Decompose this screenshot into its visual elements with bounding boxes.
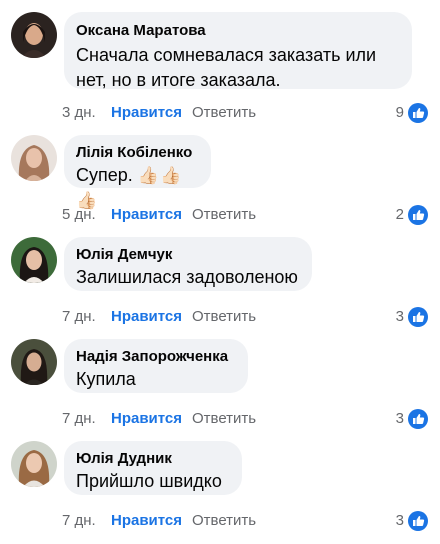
comment-actions: 7 дн. Нравится Ответить 3 [62, 511, 432, 532]
like-thumb-icon [408, 205, 428, 225]
comment-actions: 5 дн. Нравится Ответить 2 [62, 205, 432, 226]
comment-text: Сначала сомневалася заказать или нет, но… [76, 45, 377, 90]
author-name[interactable]: Оксана Маратова [76, 22, 400, 40]
like-button[interactable]: Нравится [111, 308, 182, 325]
comment-text: Купила [76, 369, 136, 389]
comment-text: Прийшло швидко [76, 471, 222, 491]
avatar[interactable] [11, 441, 57, 487]
author-name[interactable]: Надія Запорожченка [76, 348, 236, 366]
comment-text-body: Супер. [76, 165, 133, 185]
reply-button[interactable]: Ответить [192, 512, 256, 529]
like-thumb-icon [408, 307, 428, 327]
timestamp[interactable]: 7 дн. [62, 410, 96, 427]
timestamp[interactable]: 3 дн. [62, 104, 96, 121]
comment-bubble: Лілія Кобіленко Супер. 👍🏻👍🏻👍🏻 [64, 135, 211, 210]
comment-actions: 3 дн. Нравится Ответить 9 [62, 103, 432, 124]
like-thumb-icon [408, 103, 428, 123]
avatar[interactable] [11, 339, 57, 385]
reaction-count[interactable]: 3 [396, 410, 404, 427]
reply-button[interactable]: Ответить [192, 410, 256, 427]
reaction-count[interactable]: 9 [396, 104, 404, 121]
author-name[interactable]: Лілія Кобіленко [76, 144, 199, 162]
timestamp[interactable]: 7 дн. [62, 512, 96, 529]
author-name[interactable]: Юлія Дудник [76, 450, 230, 468]
comment-bubble: Юлія Демчук Залишилася задоволеною [64, 237, 312, 291]
reply-button[interactable]: Ответить [192, 308, 256, 325]
timestamp[interactable]: 5 дн. [62, 206, 96, 223]
comment-bubble: Надія Запорожченка Купила [64, 339, 248, 393]
avatar[interactable] [11, 237, 57, 283]
comment-bubble: Оксана Маратова Сначала сомневалася зака… [64, 12, 412, 90]
like-button[interactable]: Нравится [111, 410, 182, 427]
reaction-count[interactable]: 2 [396, 206, 404, 223]
author-name[interactable]: Юлія Демчук [76, 246, 300, 264]
reply-button[interactable]: Ответить [192, 104, 256, 121]
comment-text: Залишилася задоволеною [76, 267, 298, 287]
like-button[interactable]: Нравится [111, 206, 182, 223]
reply-button[interactable]: Ответить [192, 206, 256, 223]
reaction-count[interactable]: 3 [396, 512, 404, 529]
like-thumb-icon [408, 409, 428, 429]
reaction-count[interactable]: 3 [396, 308, 404, 325]
like-button[interactable]: Нравится [111, 104, 182, 121]
like-button[interactable]: Нравится [111, 512, 182, 529]
comment-actions: 7 дн. Нравится Ответить 3 [62, 409, 432, 430]
comment-actions: 7 дн. Нравится Ответить 3 [62, 307, 432, 328]
avatar[interactable] [11, 135, 57, 181]
timestamp[interactable]: 7 дн. [62, 308, 96, 325]
avatar[interactable] [11, 12, 57, 58]
like-thumb-icon [408, 511, 428, 531]
comment-bubble: Юлія Дудник Прийшло швидко [64, 441, 242, 495]
